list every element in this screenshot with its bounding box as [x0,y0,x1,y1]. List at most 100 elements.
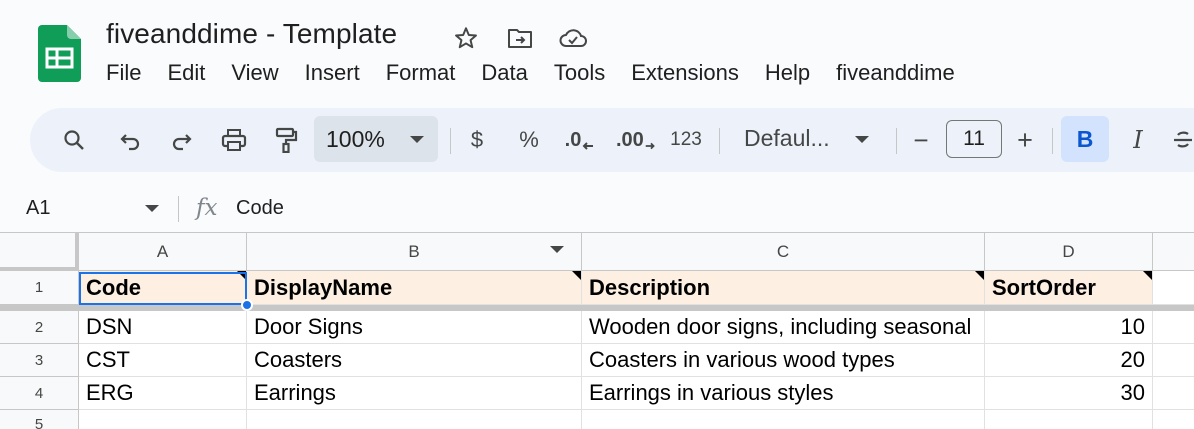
cell-d2[interactable]: 10 [985,311,1153,344]
menu-extensions[interactable]: Extensions [631,60,739,86]
toolbar: 100% $ % .0 .00 123 Defaul... − 11 + B I [30,108,1194,172]
column-b-menu-icon[interactable] [550,246,564,253]
note-indicator-icon [572,271,581,280]
menu-format[interactable]: Format [386,60,456,86]
column-header-e[interactable] [1153,232,1194,271]
cell-c3[interactable]: Coasters in various wood types [582,344,985,377]
print-icon[interactable] [216,120,252,160]
chevron-down-icon [410,136,424,143]
star-icon[interactable] [451,23,481,53]
toolbar-divider [719,128,720,154]
increase-decimal-button[interactable]: .00 [616,120,656,160]
row-header-5[interactable]: 5 [0,410,79,429]
decrease-decimal-label: .0 [564,128,582,151]
font-size-input[interactable]: 11 [946,120,1002,158]
cell-text: Description [589,274,711,300]
title-area: fiveanddime - Template File Edit View In… [0,0,1194,100]
column-header-c[interactable]: C [582,232,985,271]
undo-icon[interactable] [112,120,148,160]
currency-format-button[interactable]: $ [462,120,492,160]
cell-c2[interactable]: Wooden door signs, including seasonal [582,311,985,344]
cell-e4[interactable] [1153,377,1194,410]
select-all-corner[interactable] [0,232,79,271]
column-header-b[interactable]: B [247,232,582,271]
menu-bar: File Edit View Insert Format Data Tools … [106,60,955,86]
menu-view[interactable]: View [231,60,278,86]
menu-edit[interactable]: Edit [167,60,205,86]
cell-a2[interactable]: DSN [79,311,247,344]
row-header-1[interactable]: 1 [0,271,79,305]
decrease-font-size-button[interactable]: − [906,120,936,160]
increase-font-size-button[interactable]: + [1010,120,1040,160]
document-title[interactable]: fiveanddime - Template [106,18,397,50]
toolbar-divider [1052,128,1053,154]
row-header-2[interactable]: 2 [0,311,79,344]
move-folder-icon[interactable] [505,23,535,53]
note-indicator-icon [1143,271,1152,280]
arrow-right-icon [645,142,655,150]
menu-tools[interactable]: Tools [554,60,605,86]
note-indicator-icon [975,271,984,280]
toolbar-divider [896,128,897,154]
paint-format-icon[interactable] [268,120,304,160]
cell-d5[interactable] [985,410,1153,429]
decrease-decimal-button[interactable]: .0 [562,120,598,160]
strikethrough-icon[interactable] [1168,120,1194,160]
cell-text: DisplayName [254,274,393,300]
cell-b4[interactable]: Earrings [247,377,582,410]
row-header-4[interactable]: 4 [0,377,79,410]
spreadsheet-grid: A B C D 1 Code DisplayName Description S… [0,232,1194,429]
fx-icon: fx [196,195,218,221]
fill-handle[interactable] [241,299,253,311]
cell-e2[interactable] [1153,311,1194,344]
cloud-saved-icon[interactable] [558,23,588,53]
cell-c5[interactable] [582,410,985,429]
cell-e1[interactable] [1153,271,1194,305]
more-formats-button[interactable]: 123 [666,120,706,160]
cell-a3[interactable]: CST [79,344,247,377]
cell-e3[interactable] [1153,344,1194,377]
cell-text: Code [86,274,141,300]
bold-button[interactable]: B [1061,116,1109,162]
cell-d4[interactable]: 30 [985,377,1153,410]
column-header-d[interactable]: D [985,232,1153,271]
formula-bar: A1 fx Code [0,186,1194,232]
search-icon[interactable] [56,120,92,160]
cell-b2[interactable]: Door Signs [247,311,582,344]
menu-insert[interactable]: Insert [305,60,360,86]
increase-decimal-label: .00 [616,128,644,151]
formula-divider [178,196,179,222]
note-indicator-icon [237,271,246,280]
percent-format-button[interactable]: % [514,120,544,160]
cell-a5[interactable] [79,410,247,429]
menu-data[interactable]: Data [481,60,527,86]
chevron-down-icon[interactable] [145,205,159,212]
cell-a4[interactable]: ERG [79,377,247,410]
cell-c4[interactable]: Earrings in various styles [582,377,985,410]
menu-fiveanddime[interactable]: fiveanddime [836,60,955,86]
formula-input[interactable]: Code [236,197,284,220]
redo-icon[interactable] [164,120,200,160]
sheets-logo-icon[interactable] [38,25,81,82]
menu-help[interactable]: Help [765,60,810,86]
cell-d1[interactable]: SortOrder [985,271,1153,305]
zoom-select[interactable]: 100% [314,116,438,162]
cell-b3[interactable]: Coasters [247,344,582,377]
menu-file[interactable]: File [106,60,141,86]
cell-b5[interactable] [247,410,582,429]
arrow-left-icon [582,142,594,150]
chevron-down-icon[interactable] [855,136,869,143]
cell-c1[interactable]: Description [582,271,985,305]
zoom-value: 100% [326,126,385,152]
cell-b1[interactable]: DisplayName [247,271,582,305]
toolbar-divider [450,128,451,154]
italic-button[interactable]: I [1122,120,1154,160]
name-box[interactable]: A1 [26,197,50,220]
column-header-a[interactable]: A [79,232,247,271]
row-header-3[interactable]: 3 [0,344,79,377]
font-family-select[interactable]: Defaul... [744,125,830,152]
cell-a1[interactable]: Code [79,271,247,305]
cell-d3[interactable]: 20 [985,344,1153,377]
cell-e5[interactable] [1153,410,1194,429]
cell-text: SortOrder [992,274,1096,300]
